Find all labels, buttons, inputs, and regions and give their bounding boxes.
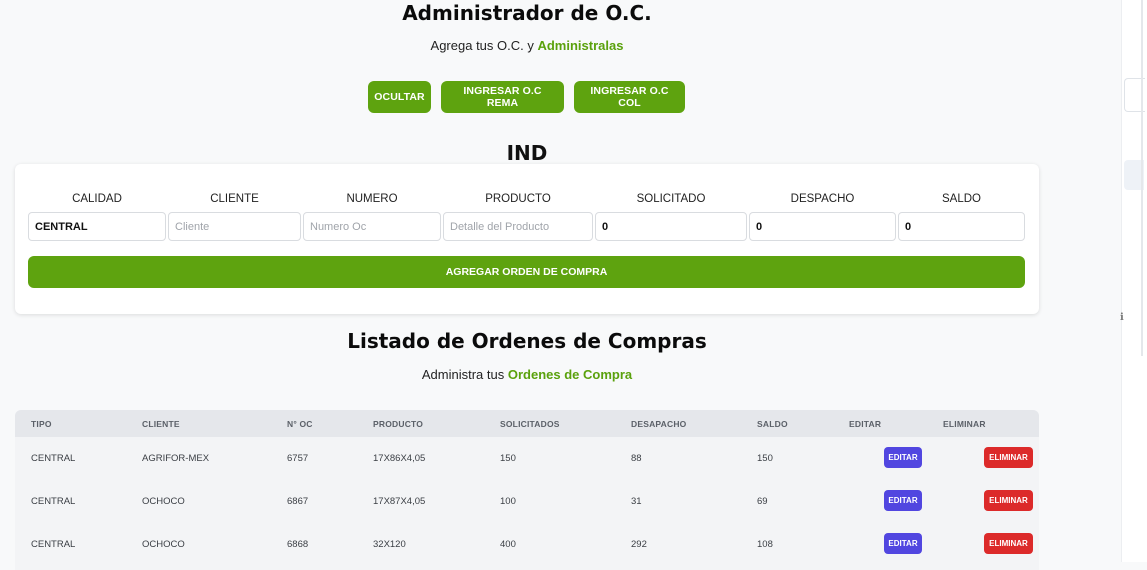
edit-button[interactable]: EDITAR: [884, 533, 922, 554]
th-cliente: CLIENTE: [142, 419, 180, 429]
edit-button[interactable]: EDITAR: [884, 447, 922, 468]
list-title: Listado de Ordenes de Compras: [347, 329, 707, 353]
despacho-input[interactable]: [749, 212, 896, 241]
list-subtitle-accent: Ordenes de Compra: [507, 367, 633, 382]
cell-producto: 32X120: [373, 539, 406, 550]
cell-cliente: OCHOCO: [142, 539, 185, 550]
add-oc-col-button[interactable]: INGRESAR O.C COL: [574, 81, 685, 113]
form-header-despacho: DESPACHO: [790, 193, 855, 205]
cell-cliente: OCHOCO: [142, 496, 185, 507]
cell-oc: 6868: [287, 539, 309, 550]
cell-despacho: 88: [631, 453, 642, 464]
saldo-input[interactable]: [898, 212, 1025, 241]
page-title: Administrador de O.C.: [402, 1, 652, 25]
form-header-numero: NUMERO: [346, 193, 398, 205]
delete-button[interactable]: ELIMINAR: [984, 533, 1033, 554]
cell-saldo: 69: [757, 496, 768, 507]
th-eliminar: ELIMINAR: [943, 419, 986, 429]
cell-saldo: 108: [757, 539, 773, 550]
cell-tipo: CENTRAL: [31, 453, 76, 464]
cell-tipo: CENTRAL: [31, 496, 76, 507]
form-header-calidad: CALIDAD: [72, 193, 122, 205]
list-subtitle-text: Administra tus: [421, 367, 508, 382]
delete-button[interactable]: ELIMINAR: [984, 447, 1033, 468]
form-header-producto: PRODUCTO: [485, 193, 551, 205]
edit-button[interactable]: EDITAR: [884, 490, 922, 511]
table-row: CENTRAL AGRIFOR-MEX 6757 17X86X4,05 150 …: [15, 437, 1039, 480]
numero-oc-input[interactable]: [303, 212, 441, 241]
cell-solicitados: 400: [500, 539, 516, 550]
producto-input[interactable]: [443, 212, 593, 241]
form-section-title: IND: [506, 141, 548, 165]
right-panel-mark: ℹ: [1120, 312, 1124, 323]
cell-cliente: AGRIFOR-MEX: [142, 453, 210, 464]
th-despacho: DESAPACHO: [631, 419, 687, 429]
th-saldo: SALDO: [757, 419, 788, 429]
table-header: TIPO CLIENTE N° OC PRODUCTO SOLICITADOS …: [15, 410, 1039, 437]
th-editar: EDITAR: [849, 419, 882, 429]
th-solicitados: SOLICITADOS: [500, 419, 560, 429]
cell-despacho: 31: [631, 496, 642, 507]
cell-producto: 17X86X4,05: [373, 453, 426, 464]
orders-table: TIPO CLIENTE N° OC PRODUCTO SOLICITADOS …: [15, 410, 1039, 570]
add-purchase-order-button[interactable]: AGREGAR ORDEN DE COMPRA: [28, 256, 1025, 288]
cell-saldo: 150: [757, 453, 773, 464]
page-subtitle: Agrega tus O.C. y Administralas: [0, 38, 1054, 53]
cliente-input[interactable]: [168, 212, 301, 241]
th-tipo: TIPO: [31, 419, 52, 429]
th-oc: N° OC: [287, 419, 313, 429]
list-subtitle: Administra tus Ordenes de Compra: [0, 367, 1054, 382]
cell-solicitados: 100: [500, 496, 516, 507]
delete-button[interactable]: ELIMINAR: [984, 490, 1033, 511]
calidad-select[interactable]: [28, 212, 166, 241]
cell-solicitados: 150: [500, 453, 516, 464]
table-row: CENTRAL OCHOCO 6867 17X87X4,05 100 31 69…: [15, 480, 1039, 523]
cell-despacho: 292: [631, 539, 647, 550]
cell-tipo: CENTRAL: [31, 539, 76, 550]
solicitado-input[interactable]: [595, 212, 747, 241]
cell-oc: 6867: [287, 496, 309, 507]
form-header-cliente: CLIENTE: [210, 193, 259, 205]
page-subtitle-text: Agrega tus O.C. y: [430, 38, 538, 53]
cell-oc: 6757: [287, 453, 309, 464]
table-row: CENTRAL OCHOCO 6868 32X120 400 292 108 E…: [15, 523, 1039, 566]
th-producto: PRODUCTO: [373, 419, 424, 429]
add-oc-rema-button[interactable]: INGRESAR O.C REMA: [441, 81, 564, 113]
form-header-saldo: SALDO: [942, 193, 981, 205]
hide-button[interactable]: OCULTAR: [368, 81, 431, 113]
page-subtitle-accent: Administralas: [537, 38, 624, 53]
right-panel-divider: [1141, 0, 1143, 356]
cell-producto: 17X87X4,05: [373, 496, 426, 507]
form-header-solicitado: SOLICITADO: [636, 193, 706, 205]
